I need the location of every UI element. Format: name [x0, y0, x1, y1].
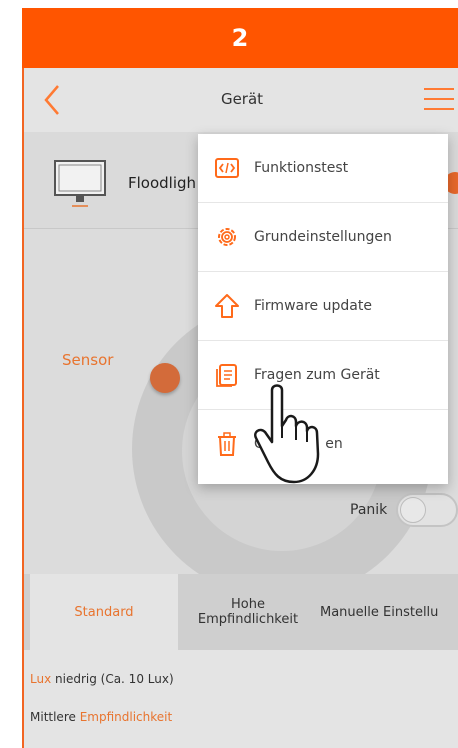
toggle-thumb [400, 497, 426, 523]
step-number: 2 [231, 24, 249, 52]
device-name: Floodligh [128, 174, 197, 192]
page-title: Gerät [220, 90, 264, 108]
mode-tabs: Standard Hohe Empfindlichkeit Manuelle E… [24, 574, 458, 650]
app-screen: Gerät Floodligh Sensor Panik Standard Ho… [22, 68, 458, 748]
menu-item-grundeinstellungen[interactable]: Grundeinstellungen [198, 203, 448, 272]
floodlight-icon [54, 160, 106, 207]
panik-toggle[interactable] [396, 493, 458, 527]
sensor-label: Sensor [62, 351, 114, 369]
tab-standard[interactable]: Standard [30, 574, 178, 650]
nav-bar: Gerät [24, 68, 458, 133]
trash-icon [218, 432, 236, 456]
tab-manuelle-einstellung[interactable]: Manuelle Einstellu [320, 574, 458, 650]
sensor-knob[interactable] [150, 363, 180, 393]
menu-item-funktionstest[interactable]: Funktionstest [198, 134, 448, 203]
gear-icon [218, 228, 236, 246]
menu-icon[interactable] [424, 88, 454, 112]
code-icon [215, 158, 239, 178]
panik-label: Panik [350, 502, 388, 518]
step-banner: 2 [22, 8, 458, 68]
document-icon [216, 364, 237, 387]
arrow-up-icon [215, 294, 239, 318]
tab-hohe-empfindlichkeit[interactable]: Hohe Empfindlichkeit [178, 574, 318, 650]
info-line-lux: Lux niedrig (Ca. 10 Lux) [30, 672, 174, 686]
mode-info: Lux niedrig (Ca. 10 Lux) Mittlere Empfin… [24, 650, 458, 748]
info-line-empfindlichkeit: Mittlere Empfindlichkeit [30, 710, 173, 724]
menu-item-firmware-update[interactable]: Firmware update [198, 272, 448, 341]
hand-pointer-icon [254, 384, 320, 484]
